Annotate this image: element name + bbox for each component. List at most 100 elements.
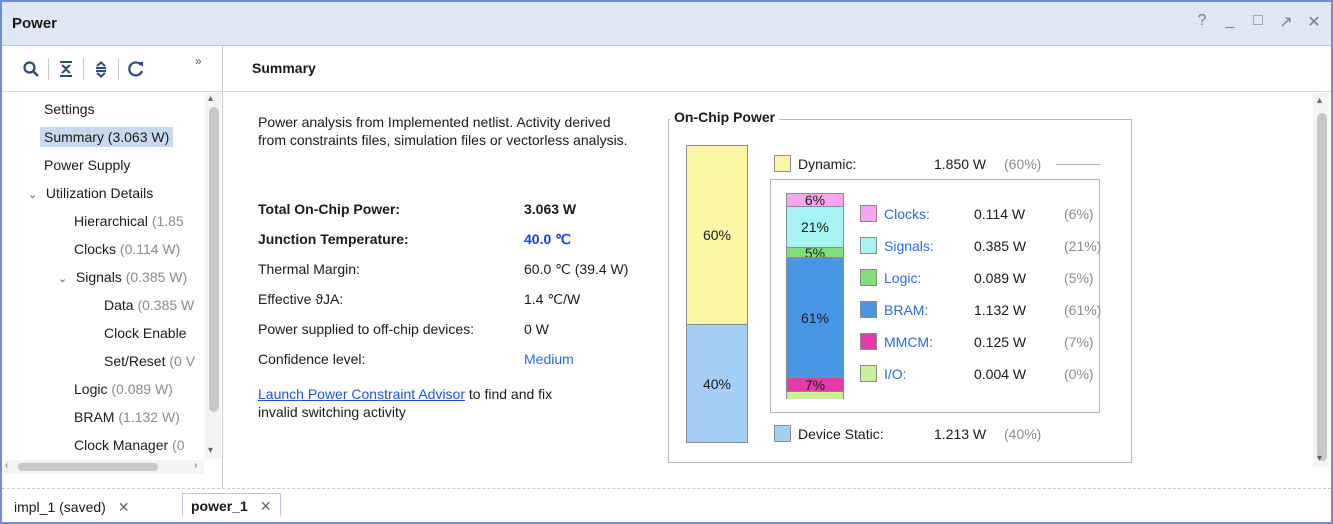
io-link[interactable]: I/O: xyxy=(884,366,907,382)
scroll-up-icon[interactable]: ▴ xyxy=(208,93,213,104)
bram-percent: (61%) xyxy=(1064,302,1102,318)
tree-item-bram[interactable]: BRAM (1.132 W) xyxy=(74,405,180,429)
junction-temp-label: Junction Temperature: xyxy=(258,231,409,247)
advisor-text: Launch Power Constraint Advisor to find … xyxy=(258,385,658,421)
static-value: 1.213 W xyxy=(934,426,987,442)
scroll-down-icon[interactable]: ▾ xyxy=(1317,453,1322,464)
tree-item-clock-manager[interactable]: Clock Manager (0 xyxy=(74,433,185,457)
tab-power-1[interactable]: power_1 ✕ xyxy=(182,493,281,517)
close-tab-icon[interactable]: ✕ xyxy=(118,499,130,515)
advisor-text-line1: to find and fix xyxy=(465,386,553,402)
collapse-all-button[interactable] xyxy=(51,54,81,84)
toolbar-divider xyxy=(118,57,119,80)
tree-item-value: (0.385 W) xyxy=(125,269,188,285)
io-percent: (0%) xyxy=(1064,366,1094,382)
search-button[interactable] xyxy=(16,54,46,84)
dynamic-connector-line xyxy=(1056,164,1100,165)
total-power-label: Total On-Chip Power: xyxy=(258,201,401,217)
tree-item-label: Data xyxy=(104,297,134,313)
tree-item-label: Summary (3.063 W) xyxy=(40,127,174,147)
tree-item-utilization-details[interactable]: ⌄ Utilization Details xyxy=(28,181,153,205)
summary-header: Summary xyxy=(224,46,1331,92)
thermal-margin-value: 60.0 ℃ (39.4 W) xyxy=(524,261,629,277)
tree-item-settings[interactable]: Settings xyxy=(44,97,95,121)
refresh-button[interactable] xyxy=(121,54,151,84)
summary-vertical-scrollbar[interactable]: ▴ ▾ xyxy=(1313,93,1329,467)
offchip-power-value: 0 W xyxy=(524,321,549,337)
restore-icon[interactable]: ↗ xyxy=(1279,12,1293,32)
maximize-icon[interactable]: □ xyxy=(1251,12,1265,32)
static-label: Device Static: xyxy=(798,426,884,442)
mmcm-link[interactable]: MMCM: xyxy=(884,334,933,350)
tree-item-data[interactable]: Data (0.385 W xyxy=(104,293,194,317)
tree-item-summary[interactable]: Summary (3.063 W) xyxy=(40,125,174,149)
tree-item-label: Signals xyxy=(75,269,122,285)
clocks-swatch xyxy=(860,205,877,222)
signals-value: 0.385 W xyxy=(974,238,1027,254)
more-tools-icon[interactable]: » xyxy=(195,54,202,68)
scrollbar-thumb[interactable] xyxy=(18,463,158,471)
power-tree: Settings Summary (3.063 W) Power Supply … xyxy=(2,93,223,459)
bram-link[interactable]: BRAM: xyxy=(884,302,928,318)
power-constraint-advisor-link[interactable]: Launch Power Constraint Advisor xyxy=(258,386,465,402)
toolbar-divider xyxy=(48,57,49,80)
dynamic-breakdown-bar: 6% 21% 5% 61% 7% xyxy=(786,193,844,399)
breakdown-segment-bram: 61% xyxy=(787,257,843,377)
tree-item-value: (0 V xyxy=(169,353,196,369)
scrollbar-thumb[interactable] xyxy=(209,107,219,412)
clocks-percent: (6%) xyxy=(1064,206,1094,222)
tree-item-power-supply[interactable]: Power Supply xyxy=(44,153,130,177)
tree-item-label: BRAM xyxy=(74,409,115,425)
tab-label: impl_1 (saved) xyxy=(14,499,106,515)
total-power-value: 3.063 W xyxy=(524,201,577,217)
advisor-text-line2: invalid switching activity xyxy=(258,404,406,420)
signals-link[interactable]: Signals: xyxy=(884,238,934,254)
scroll-up-icon[interactable]: ▴ xyxy=(1317,95,1322,106)
offchip-power-label: Power supplied to off-chip devices: xyxy=(258,321,475,337)
mmcm-percent: (7%) xyxy=(1064,334,1094,350)
clocks-link[interactable]: Clocks: xyxy=(884,206,930,222)
tree-item-label: Power Supply xyxy=(44,157,131,173)
expand-all-button[interactable] xyxy=(86,54,116,84)
onchip-power-title: On-Chip Power xyxy=(670,109,780,125)
close-icon[interactable]: ✕ xyxy=(1307,12,1321,32)
logic-link[interactable]: Logic: xyxy=(884,270,921,286)
tree-item-label: Settings xyxy=(44,101,95,117)
bram-swatch xyxy=(860,301,877,318)
confidence-value-link[interactable]: Medium xyxy=(524,351,574,367)
breakdown-segment-logic: 5% xyxy=(787,246,843,260)
tree-item-value: (0 xyxy=(172,437,185,453)
minimize-icon[interactable]: _ xyxy=(1223,12,1237,32)
document-tabs: impl_1 (saved) ✕ power_1 ✕ xyxy=(2,488,1331,522)
tree-item-set-reset[interactable]: Set/Reset (0 V xyxy=(104,349,195,373)
breakdown-segment-io xyxy=(787,391,843,399)
chevron-down-icon[interactable]: ⌄ xyxy=(28,183,42,207)
scrollbar-thumb[interactable] xyxy=(1317,113,1327,461)
tree-item-logic[interactable]: Logic (0.089 W) xyxy=(74,377,173,401)
tree-item-value: (0.114 W) xyxy=(119,241,181,257)
tree-vertical-scrollbar[interactable]: ▴ ▾ xyxy=(205,93,221,459)
help-icon[interactable]: ? xyxy=(1195,12,1209,32)
tree-item-clocks[interactable]: Clocks (0.114 W) xyxy=(74,237,180,261)
tree-item-signals[interactable]: ⌄ Signals (0.385 W) xyxy=(58,265,187,289)
tree-item-label: Clock Enable xyxy=(104,325,187,341)
chevron-down-icon[interactable]: ⌄ xyxy=(58,267,72,291)
close-tab-icon[interactable]: ✕ xyxy=(260,498,272,514)
scroll-right-icon[interactable]: › xyxy=(194,460,197,471)
navigation-pane: » Settings Summary (3.063 W) Power Suppl… xyxy=(2,46,223,488)
breakdown-segment-clocks: 6% xyxy=(787,193,843,207)
mmcm-value: 0.125 W xyxy=(974,334,1027,350)
scroll-down-icon[interactable]: ▾ xyxy=(208,445,213,456)
tree-item-clock-enable[interactable]: Clock Enable xyxy=(104,321,187,345)
tree-item-label: Logic xyxy=(74,381,108,397)
scroll-left-icon[interactable]: ‹ xyxy=(5,460,8,471)
tab-impl-1[interactable]: impl_1 (saved) ✕ xyxy=(6,495,138,519)
static-swatch xyxy=(774,425,791,442)
tree-horizontal-scrollbar[interactable]: ‹ › xyxy=(4,460,204,474)
effective-theta-label: Effective ϑJA: xyxy=(258,291,344,307)
tree-item-label: Clocks xyxy=(74,241,117,257)
tree-item-hierarchical[interactable]: Hierarchical (1.85 xyxy=(74,209,184,233)
window-titlebar: Power ? _ □ ↗ ✕ xyxy=(2,2,1331,46)
clocks-value: 0.114 W xyxy=(974,206,1026,222)
tab-label: power_1 xyxy=(191,498,248,514)
